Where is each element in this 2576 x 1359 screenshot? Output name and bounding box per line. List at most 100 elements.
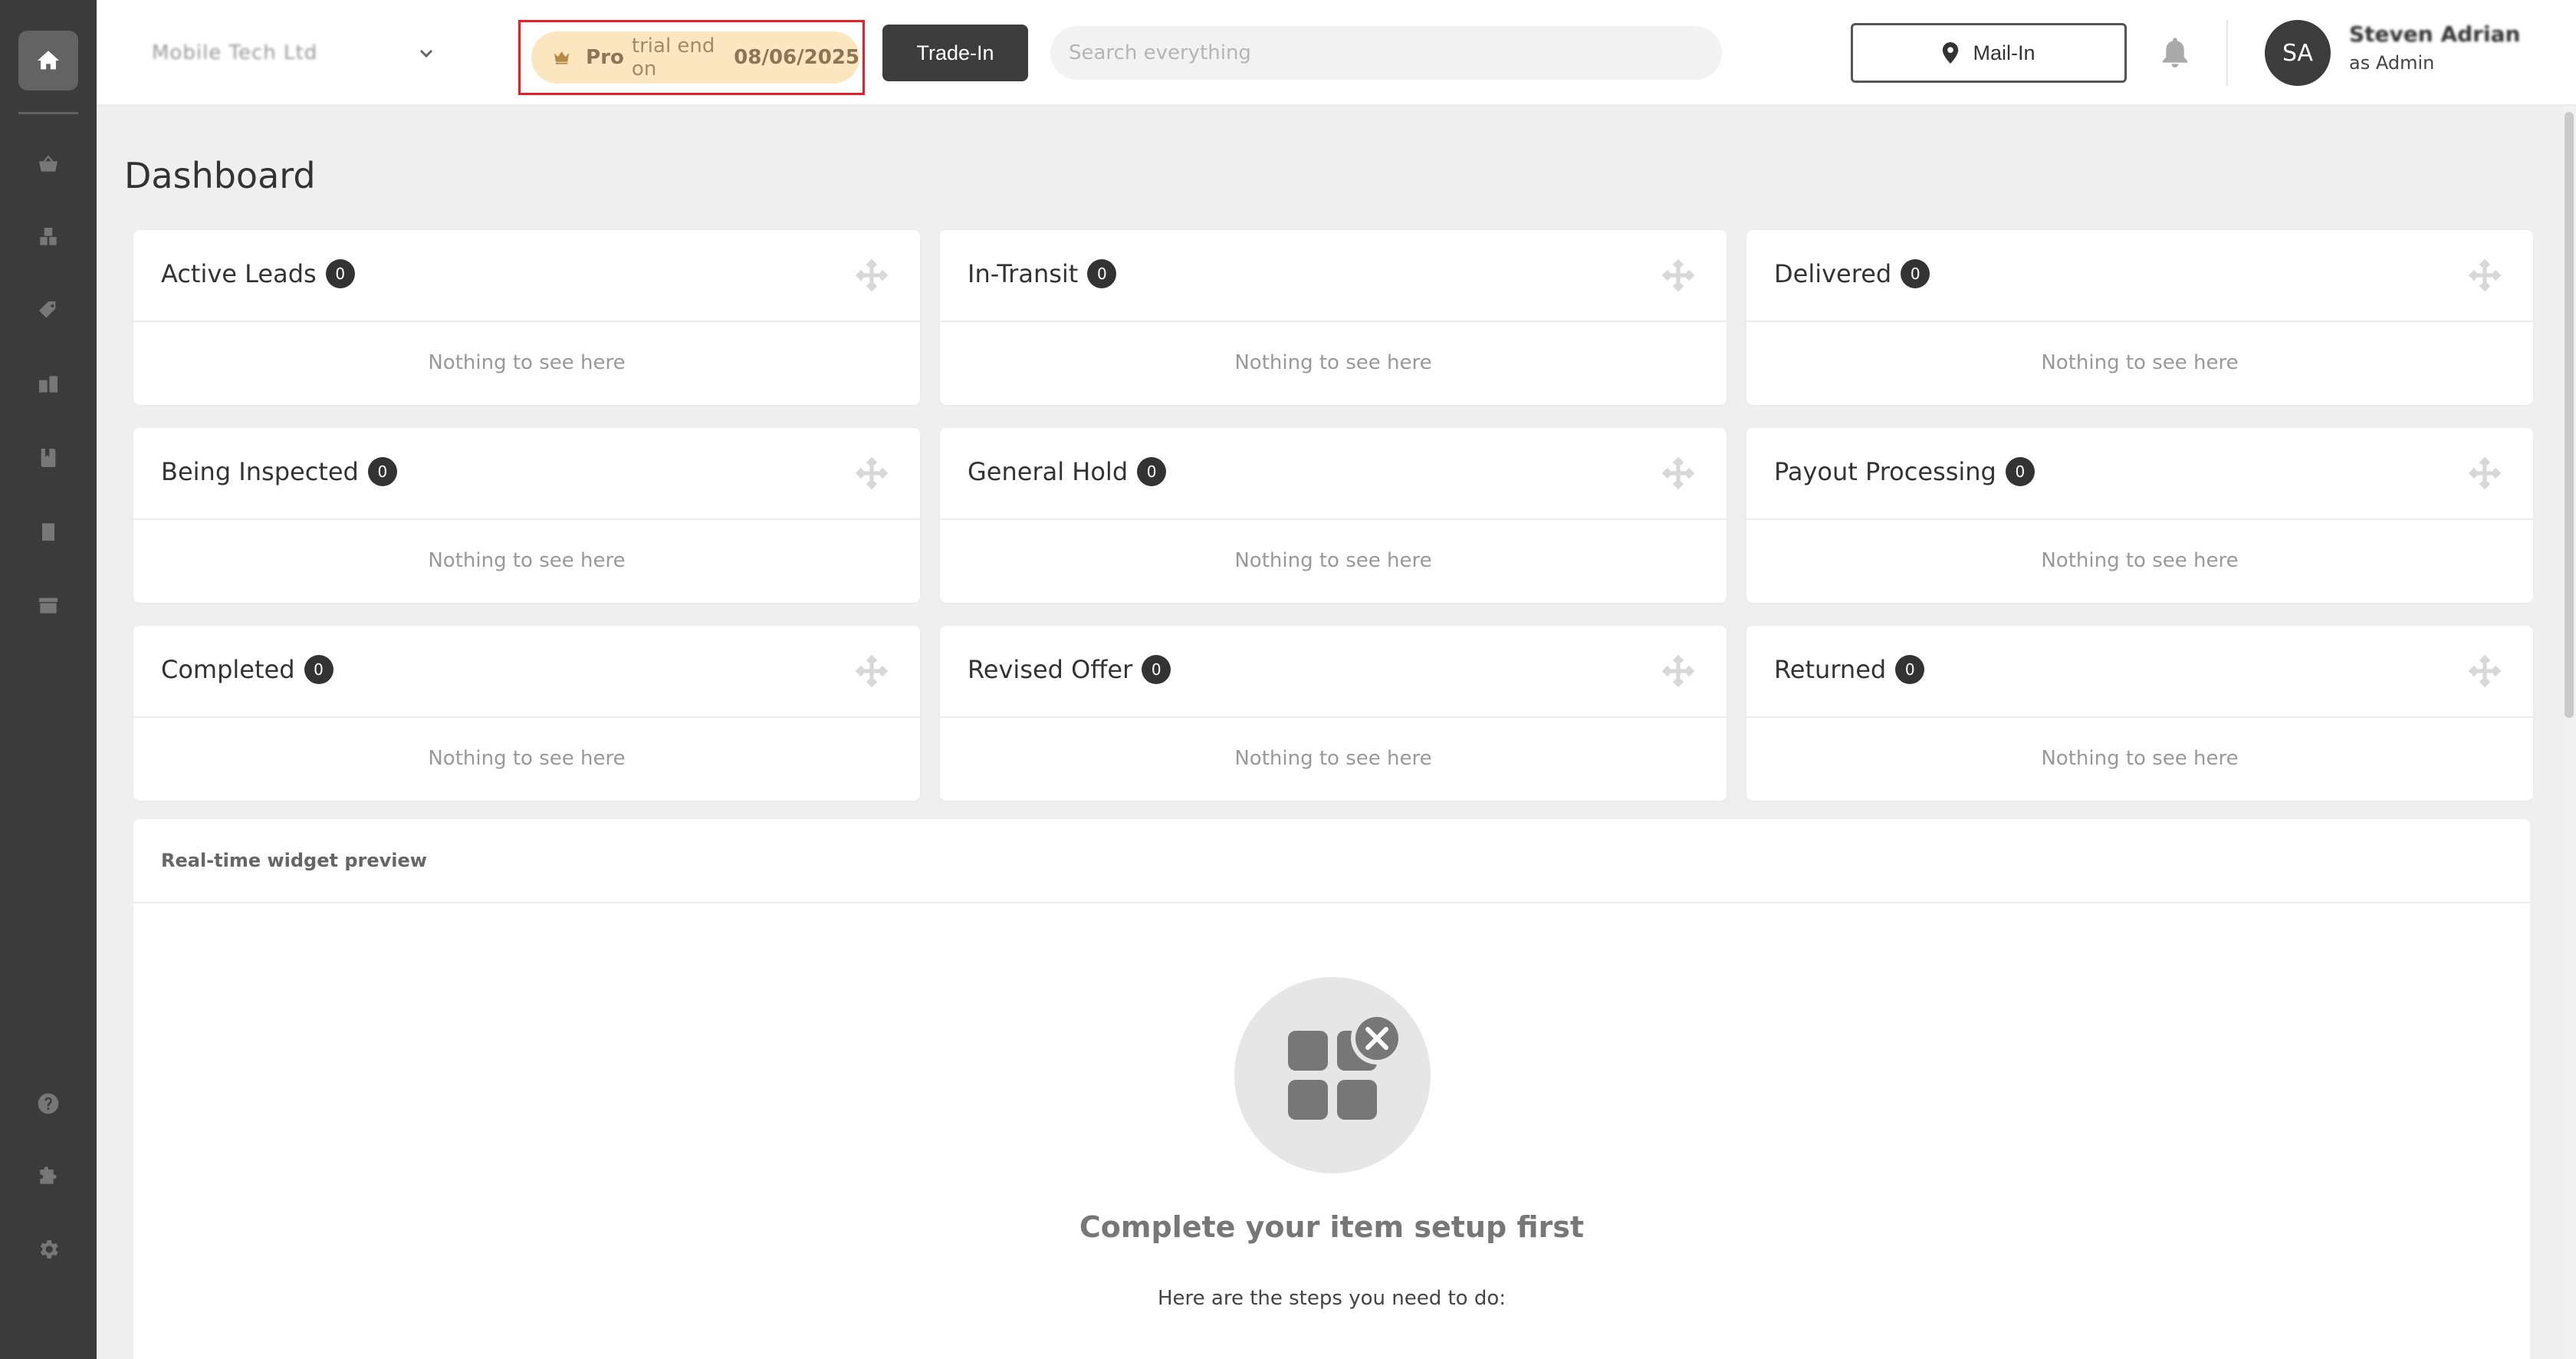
card-empty-message: Nothing to see here [428,351,626,374]
count-badge: 0 [1142,655,1171,684]
widgets-empty-icon [1234,977,1431,1173]
search-input[interactable] [1050,26,1722,80]
card-title-text: Payout Processing [1774,457,1996,486]
trial-banner[interactable]: Pro trial end on 08/06/2025 [531,31,859,84]
count-badge: 0 [1901,259,1930,288]
trial-text: trial end on [631,35,715,81]
topbar-divider [2226,20,2228,86]
trade-in-button[interactable]: Trade-In [882,25,1028,81]
card-empty-message: Nothing to see here [2041,549,2239,572]
sidebar-item-catalog[interactable] [29,439,67,477]
clipboard-icon [42,523,54,541]
home-icon [37,51,60,70]
drag-handle[interactable] [1661,456,1695,490]
count-badge: 0 [1895,655,1925,684]
widget-preview-title: Real-time widget preview [133,819,2530,903]
drag-handle[interactable] [1661,654,1695,688]
card-title: Being Inspected 0 [161,457,397,486]
card-title-text: Returned [1774,655,1887,684]
sidebar-item-help[interactable] [29,1084,67,1123]
drag-handle[interactable] [2468,258,2502,292]
status-card: Revised Offer 0 Nothing to see here [940,626,1727,801]
empty-state-subtitle: Here are the steps you need to do: [1157,1287,1506,1310]
crown-icon [554,51,570,64]
card-empty-message: Nothing to see here [1234,747,1432,770]
tag-icon [39,301,56,318]
status-card: Returned 0 Nothing to see here [1746,626,2533,801]
drag-handle[interactable] [855,654,889,688]
card-header: Completed 0 [133,626,920,718]
card-header: Returned 0 [1746,626,2533,718]
count-badge: 0 [367,457,397,486]
move-icon [855,654,889,688]
account-selector[interactable]: Mobile Tech Ltd [152,34,435,72]
map-pin-icon [1943,42,1959,64]
avatar[interactable]: SA [2265,20,2331,86]
card-title: General Hold 0 [968,457,1167,486]
trial-date: 08/06/2025 [734,46,859,69]
mail-in-button[interactable]: Mail-In [1851,23,2127,83]
widget-preview-panel: Real-time widget preview Complete your i… [133,819,2530,1359]
account-name: Mobile Tech Ltd [152,41,318,64]
move-icon [1661,456,1695,490]
move-icon [855,456,889,490]
status-card: Active Leads 0 Nothing to see here [133,230,920,405]
empty-state-title: Complete your item setup first [1079,1210,1585,1244]
sidebar-item-basket[interactable] [29,144,67,183]
status-card: Payout Processing 0 Nothing to see here [1746,428,2533,603]
drag-handle[interactable] [855,258,889,292]
status-card: General Hold 0 Nothing to see here [940,428,1727,603]
card-header: Payout Processing 0 [1746,428,2533,520]
card-empty-message: Nothing to see here [428,747,626,770]
card-empty-message: Nothing to see here [1234,351,1432,374]
puzzle-icon [40,1167,57,1184]
count-badge: 0 [1087,259,1117,288]
card-title-text: Completed [161,655,295,684]
drag-handle[interactable] [1661,258,1695,292]
drag-handle[interactable] [855,456,889,490]
drag-handle[interactable] [2468,456,2502,490]
count-badge: 0 [325,259,355,288]
user-role: as Admin [2349,52,2435,74]
boxes-icon [39,376,58,393]
basket-icon [39,155,58,172]
status-card: Delivered 0 Nothing to see here [1746,230,2533,405]
sidebar-item-inventory[interactable] [29,218,67,256]
sidebar-item-archive[interactable] [29,586,67,624]
card-title: Returned 0 [1774,655,1925,684]
page-title: Dashboard [124,155,316,196]
sidebar-item-home[interactable] [18,31,78,90]
mail-in-label: Mail-In [1973,41,2036,64]
card-empty-message: Nothing to see here [428,549,626,572]
sidebar-item-boxes[interactable] [29,365,67,403]
card-title: Revised Offer 0 [968,655,1171,684]
trial-plan: Pro [586,46,624,69]
card-title-text: Revised Offer [968,655,1133,684]
sidebar-item-settings[interactable] [29,1230,67,1269]
card-header: Delivered 0 [1746,230,2533,322]
sidebar-item-integrations[interactable] [29,1157,67,1195]
user-name: Steven Adrian [2349,21,2521,47]
card-header: General Hold 0 [940,428,1727,520]
gear-icon [40,1240,58,1259]
status-card: Completed 0 Nothing to see here [133,626,920,801]
move-icon [1661,258,1695,292]
notifications-button[interactable] [2156,34,2194,72]
status-card: In-Transit 0 Nothing to see here [940,230,1727,405]
move-icon [855,258,889,292]
scrollbar-thumb[interactable] [2564,112,2574,718]
sidebar-item-tags[interactable] [29,291,67,330]
move-icon [2468,456,2502,490]
drag-handle[interactable] [2468,654,2502,688]
card-title-text: Being Inspected [161,457,359,486]
book-icon [41,449,56,467]
archive-icon [39,597,58,614]
card-title-text: In-Transit [968,259,1079,288]
move-icon [1661,654,1695,688]
move-icon [2468,258,2502,292]
card-title-text: Active Leads [161,259,317,288]
status-card: Being Inspected 0 Nothing to see here [133,428,920,603]
card-title: Payout Processing 0 [1774,457,2035,486]
card-empty-message: Nothing to see here [1234,549,1432,572]
sidebar-item-reports[interactable] [29,512,67,551]
